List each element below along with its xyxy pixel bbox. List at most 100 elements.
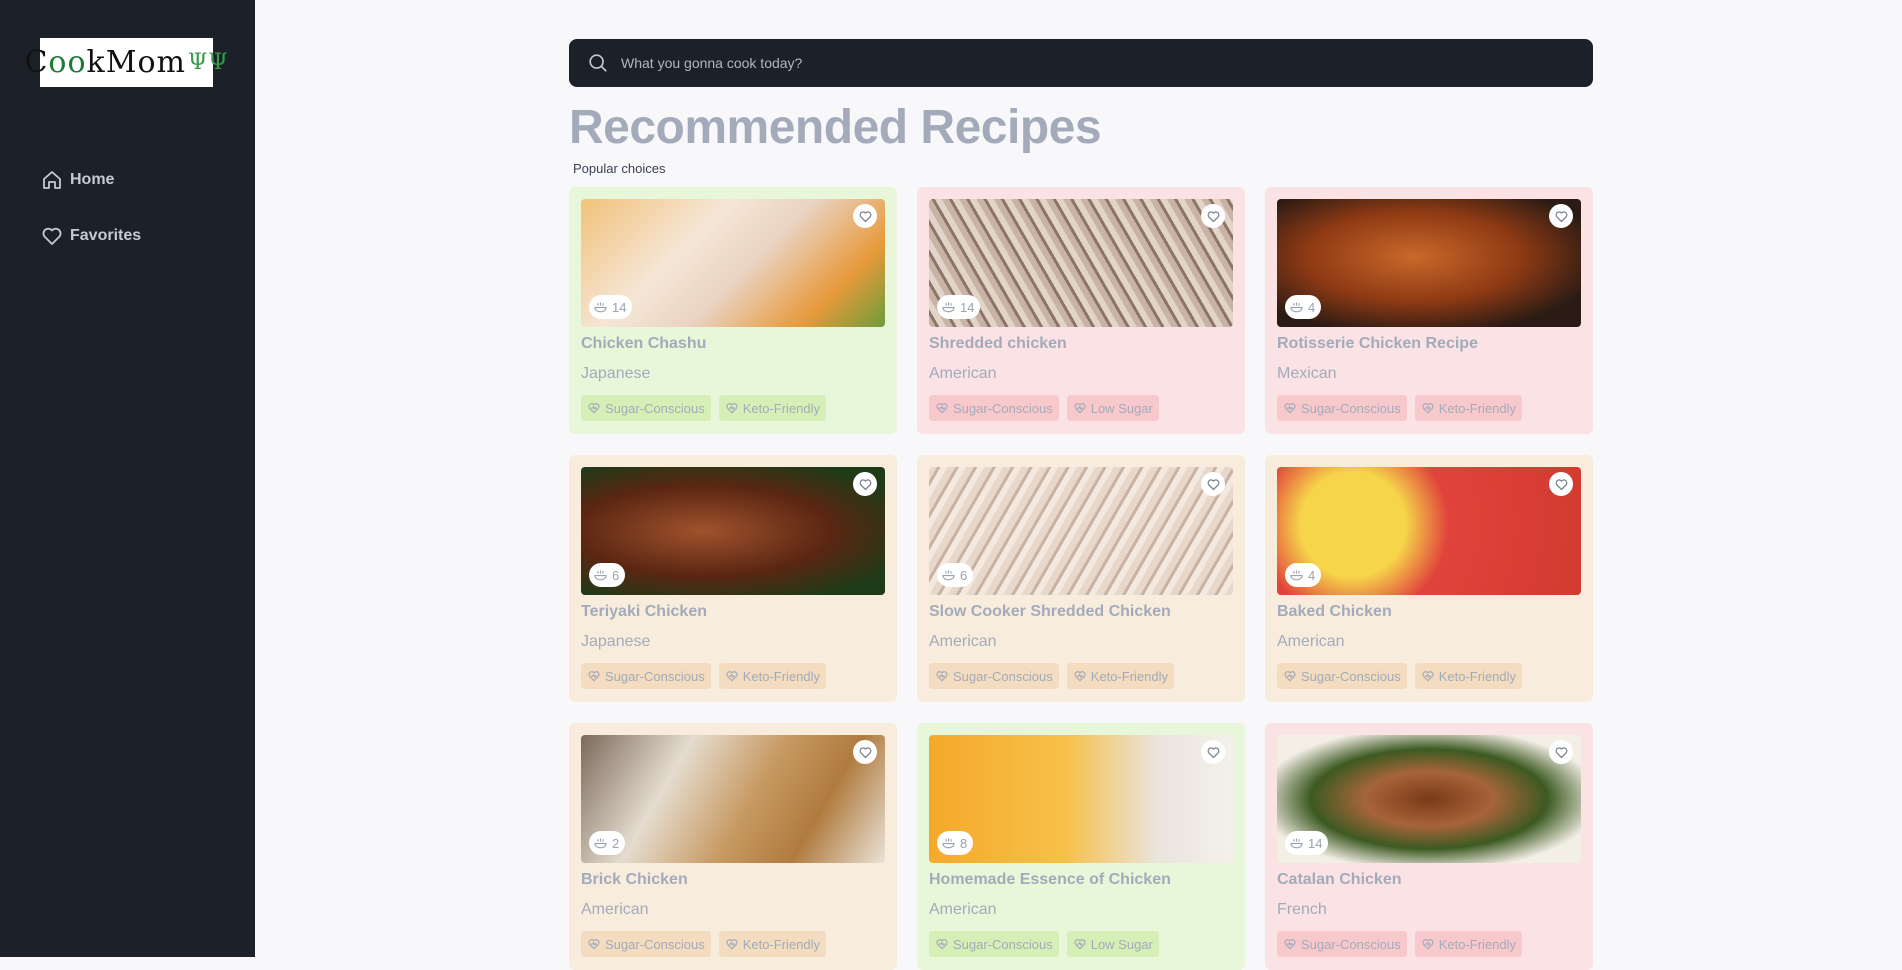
recipe-name[interactable]: Baked Chicken — [1277, 603, 1581, 621]
recipe-image[interactable]: 2 — [581, 735, 885, 863]
recipe-image[interactable]: 6 — [929, 467, 1233, 595]
recipe-card[interactable]: 14 Shredded chicken American Sugar-Consciou… — [917, 187, 1245, 434]
health-tag-label: Keto-Friendly — [1438, 668, 1517, 684]
health-heart-icon — [1422, 671, 1434, 682]
recipe-image[interactable]: 14 — [929, 199, 1233, 327]
health-heart-icon — [588, 671, 600, 682]
health-tag-label: Low Sugar — [1090, 936, 1153, 952]
favorite-button[interactable] — [1549, 740, 1573, 764]
recipe-name[interactable]: Shredded chicken — [929, 335, 1233, 353]
recipe-image[interactable]: 14 — [581, 199, 885, 327]
recipe-cuisine: Japanese — [581, 365, 651, 382]
health-tag-label: Sugar-Conscious — [1301, 936, 1401, 952]
sidebar-item-favorites[interactable]: Favorites — [40, 224, 141, 248]
favorite-button[interactable] — [1201, 472, 1225, 496]
recipe-image[interactable]: 14 — [1277, 735, 1581, 863]
health-tag-label: Sugar-Conscious — [1301, 400, 1401, 416]
search-input[interactable] — [621, 55, 1521, 71]
health-tags: Sugar-Conscious Keto-Friendly — [581, 663, 885, 689]
health-tag: Low Sugar — [1066, 931, 1159, 957]
search-icon — [589, 54, 607, 72]
health-heart-icon — [1074, 403, 1086, 414]
recipe-card[interactable]: 14 Catalan Chicken French Sugar-Conscious Ke… — [1265, 723, 1593, 970]
recipe-image[interactable]: 8 — [929, 735, 1233, 863]
recipe-image[interactable]: 4 — [1277, 467, 1581, 595]
recipe-name[interactable]: Homemade Essence of Chicken — [929, 871, 1233, 889]
favorite-heart-icon — [1555, 478, 1567, 490]
health-tag-label: Keto-Friendly — [742, 400, 821, 416]
health-tag-label: Keto-Friendly — [742, 668, 821, 684]
recipe-card[interactable]: 6 Slow Cooker Shredded Chicken American Sug… — [917, 455, 1245, 702]
favorite-heart-icon — [1555, 210, 1567, 222]
recipe-name[interactable]: Catalan Chicken — [1277, 871, 1581, 889]
serving-bowl-icon — [1290, 838, 1303, 848]
favorite-button[interactable] — [1201, 204, 1225, 228]
sidebar: Coo kMom ΨΨ Home Favorites — [0, 0, 255, 957]
health-heart-icon — [936, 939, 948, 950]
health-tag: Sugar-Conscious — [1277, 663, 1407, 689]
health-tag-label: Sugar-Conscious — [605, 668, 705, 684]
health-tag: Keto-Friendly — [1066, 663, 1175, 689]
servings-badge: 14 — [589, 295, 633, 319]
favorite-heart-icon — [1207, 210, 1219, 222]
servings-count: 8 — [960, 835, 968, 851]
serving-bowl-icon — [942, 838, 955, 848]
recipe-card[interactable]: 4 Rotisserie Chicken Recipe Mexican Sugar-C… — [1265, 187, 1593, 434]
health-tags: Sugar-Conscious Keto-Friendly — [929, 663, 1233, 689]
health-heart-icon — [1074, 939, 1086, 950]
recipe-image[interactable]: 6 — [581, 467, 885, 595]
cookmom-logo[interactable]: Coo kMom ΨΨ — [24, 38, 228, 87]
health-tag: Keto-Friendly — [718, 395, 827, 421]
servings-count: 4 — [1308, 567, 1316, 583]
favorite-heart-icon — [859, 478, 871, 490]
recipe-card[interactable]: 4 Baked Chicken American Sugar-Conscious Ket… — [1265, 455, 1593, 702]
recipe-name[interactable]: Brick Chicken — [581, 871, 885, 889]
health-tag-label: Sugar-Conscious — [605, 400, 705, 416]
health-heart-icon — [588, 403, 600, 414]
servings-badge: 14 — [937, 295, 981, 319]
favorite-button[interactable] — [853, 472, 877, 496]
health-heart-icon — [1422, 939, 1434, 950]
recipe-name[interactable]: Teriyaki Chicken — [581, 603, 885, 621]
recipe-name[interactable]: Chicken Chashu — [581, 335, 885, 353]
favorite-button[interactable] — [1549, 472, 1573, 496]
favorite-button[interactable] — [1201, 740, 1225, 764]
health-heart-icon — [726, 939, 738, 950]
recipe-cuisine: American — [929, 633, 997, 650]
sidebar-item-home[interactable]: Home — [40, 168, 114, 192]
servings-count: 14 — [960, 299, 975, 315]
recipe-cuisine: American — [581, 901, 649, 918]
recipe-image[interactable]: 4 — [1277, 199, 1581, 327]
health-tag: Keto-Friendly — [718, 663, 827, 689]
health-heart-icon — [1284, 403, 1296, 414]
favorite-button[interactable] — [853, 740, 877, 764]
health-tag-label: Low Sugar — [1090, 400, 1153, 416]
recipe-card[interactable]: 2 Brick Chicken American Sugar-Conscious Ket… — [569, 723, 897, 970]
servings-badge: 6 — [937, 563, 974, 587]
health-tag: Sugar-Conscious — [929, 395, 1059, 421]
search-bar[interactable] — [569, 39, 1593, 87]
favorite-heart-icon — [1207, 478, 1219, 490]
servings-count: 14 — [1308, 835, 1323, 851]
servings-badge: 2 — [589, 831, 626, 855]
recipe-cuisine: Japanese — [581, 633, 651, 650]
favorite-heart-icon — [1207, 746, 1219, 758]
servings-badge: 8 — [937, 831, 974, 855]
serving-bowl-icon — [942, 302, 955, 312]
page-title: Recommended Recipes — [569, 101, 1102, 154]
recipe-card[interactable]: 14 Chicken Chashu Japanese Sugar-Conscious K… — [569, 187, 897, 434]
recipe-name[interactable]: Slow Cooker Shredded Chicken — [929, 603, 1233, 621]
health-tags: Sugar-Conscious Keto-Friendly — [1277, 663, 1581, 689]
serving-bowl-icon — [594, 570, 607, 580]
health-heart-icon — [1074, 671, 1086, 682]
servings-count: 6 — [960, 567, 968, 583]
health-tag-label: Sugar-Conscious — [1301, 668, 1401, 684]
favorite-button[interactable] — [1549, 204, 1573, 228]
health-tag: Keto-Friendly — [718, 931, 827, 957]
recipe-card[interactable]: 6 Teriyaki Chicken Japanese Sugar-Conscious… — [569, 455, 897, 702]
recipe-name[interactable]: Rotisserie Chicken Recipe — [1277, 335, 1581, 353]
health-tag: Sugar-Conscious — [581, 663, 711, 689]
servings-badge: 4 — [1285, 563, 1322, 587]
favorite-button[interactable] — [853, 204, 877, 228]
recipe-card[interactable]: 8 Homemade Essence of Chicken American Suga… — [917, 723, 1245, 970]
